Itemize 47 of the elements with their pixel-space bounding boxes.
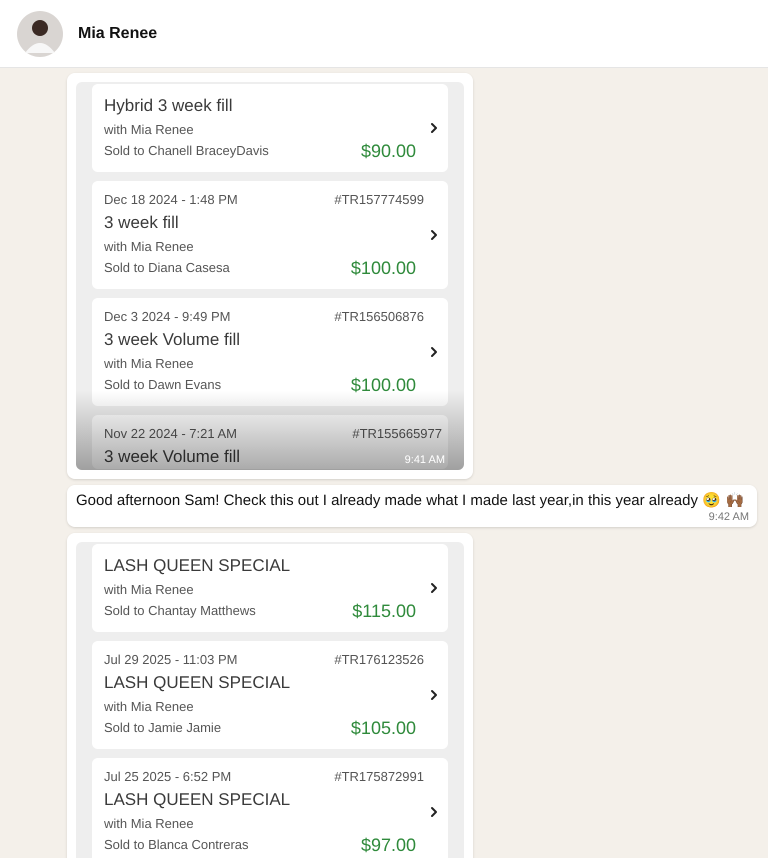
contact-name[interactable]: Mia Renee — [78, 22, 158, 46]
price: $105.00 — [350, 717, 416, 739]
message-text: Good afternoon Sam! Check this out I already made what I made last year,in this year already 🥹 🙌🏾 — [76, 491, 746, 511]
transaction-card[interactable]: Jul 29 2025 - 11:03 PM #TR176123526 LASH QUEEN SPECIAL with Mia Renee Sold to Jamie Jamie $105.00 — [92, 641, 448, 749]
message-time: 9:42 AM — [708, 511, 749, 523]
transaction-card[interactable]: Dec 3 2024 - 9:49 PM #TR156506876 3 week Volume fill with Mia Renee Sold to Dawn Evans $100.00 — [92, 298, 448, 406]
price: $90.00 — [360, 140, 416, 162]
transaction-id: #TR176123526 — [334, 651, 424, 669]
transaction-date: Jul 25 2025 - 6:52 PM — [104, 768, 232, 786]
transaction-date: Nov 22 2024 - 7:21 AM — [104, 425, 237, 443]
transaction-date: Jul 29 2025 - 11:03 PM — [104, 651, 238, 669]
price: $100.00 — [350, 374, 416, 396]
client-name: Sold to Jamie Jamie — [104, 719, 222, 737]
transaction-card[interactable]: Nov 22 2024 - 7:21 AM #TR155665977 3 week Volume fill 9:41 AM — [92, 415, 448, 469]
service-title: 3 week Volume fill — [104, 446, 240, 468]
service-title: 3 week Volume fill — [104, 329, 240, 351]
staff-label: with Mia Renee — [104, 355, 194, 373]
transaction-card[interactable]: Hybrid 3 week fill with Mia Renee Sold to Chanell BraceyDavis $90.00 — [92, 84, 448, 172]
staff-label: with Mia Renee — [104, 815, 194, 833]
transaction-date: Dec 3 2024 - 9:49 PM — [104, 308, 230, 326]
service-title: LASH QUEEN SPECIAL — [104, 672, 290, 694]
service-title: LASH QUEEN SPECIAL — [104, 555, 290, 577]
staff-label: with Mia Renee — [104, 698, 194, 716]
transaction-id: #TR155665977 — [352, 425, 442, 443]
transaction-id: #TR157774599 — [334, 191, 424, 209]
client-name: Sold to Chanell BraceyDavis — [104, 142, 269, 160]
client-name: Sold to Dawn Evans — [104, 376, 222, 394]
staff-label: with Mia Renee — [104, 238, 194, 256]
client-name: Sold to Blanca Contreras — [104, 836, 249, 854]
client-name: Sold to Diana Casesa — [104, 259, 230, 277]
price: $97.00 — [360, 834, 416, 856]
price: $115.00 — [352, 600, 416, 622]
transaction-date: Dec 18 2024 - 1:48 PM — [104, 191, 238, 209]
message-time: 9:41 AM — [404, 454, 445, 467]
staff-label: with Mia Renee — [104, 581, 194, 599]
client-name: Sold to Chantay Matthews — [104, 602, 256, 620]
transaction-card[interactable]: Dec 18 2024 - 1:48 PM #TR157774599 3 week fill with Mia Renee Sold to Diana Casesa $100.00 — [92, 181, 448, 289]
price: $100.00 — [350, 257, 416, 279]
transaction-card[interactable]: Jul 25 2025 - 6:52 PM #TR175872991 LASH QUEEN SPECIAL with Mia Renee Sold to Blanca Contreras $97.00 — [92, 758, 448, 858]
transaction-card[interactable]: LASH QUEEN SPECIAL with Mia Renee Sold to Chantay Matthews $115.00 — [92, 544, 448, 632]
transaction-id: #TR156506876 — [334, 308, 424, 326]
avatar[interactable] — [17, 10, 63, 56]
service-title: Hybrid 3 week fill — [104, 95, 232, 117]
transaction-id: #TR175872991 — [334, 768, 424, 786]
staff-label: with Mia Renee — [104, 121, 194, 139]
service-title: 3 week fill — [104, 212, 179, 234]
service-title: LASH QUEEN SPECIAL — [104, 789, 290, 811]
